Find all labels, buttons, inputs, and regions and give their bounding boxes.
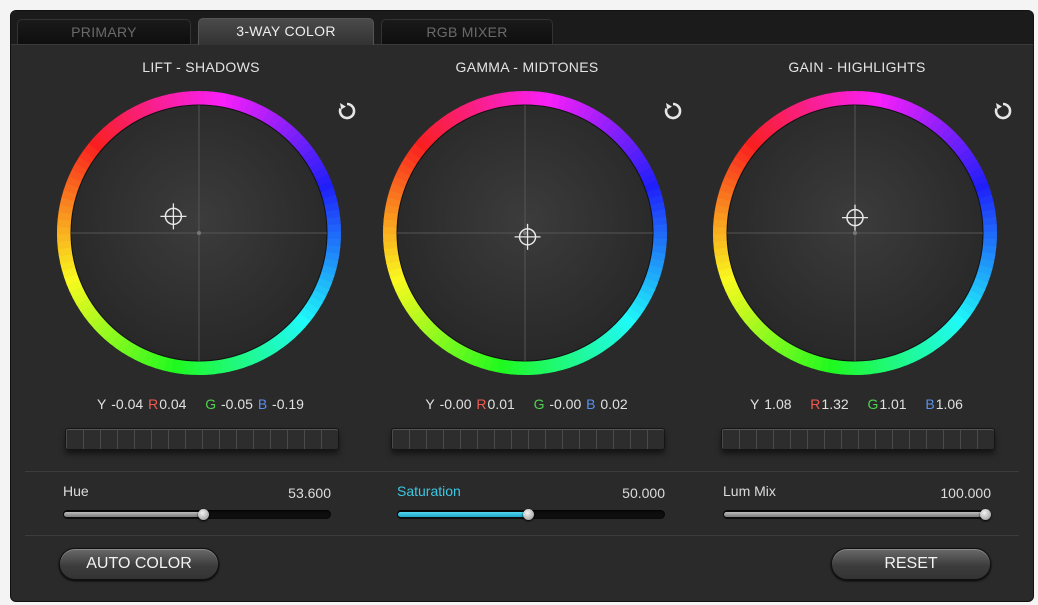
r-value: 0.01	[487, 396, 515, 412]
b-value: 0.02	[600, 396, 628, 412]
r-value: 1.32	[821, 396, 849, 412]
lift-master-jog-wheel[interactable]	[65, 428, 339, 450]
lift-wheel-title: LIFT - SHADOWS	[142, 59, 260, 75]
rotate-ccw-icon[interactable]	[993, 101, 1013, 121]
gain-master-jog-wheel[interactable]	[721, 428, 995, 450]
hue-slider-fill	[64, 512, 206, 517]
g-value: 1.01	[879, 396, 907, 412]
b-value: -0.19	[272, 396, 304, 412]
lift-values: Y -0.04 R0.04 G -0.05 B -0.19	[41, 396, 361, 412]
lum-mix-slider-group: Lum Mix 100.000	[723, 483, 991, 523]
lum-mix-slider-thumb[interactable]	[980, 509, 991, 520]
saturation-slider[interactable]	[397, 509, 665, 520]
gamma-values: Y -0.00 R0.01 G -0.00 B 0.02	[367, 396, 687, 412]
gain-color-wheel[interactable]	[705, 83, 1005, 383]
gain-wheel-title: GAIN - HIGHLIGHTS	[788, 59, 926, 75]
lift-wheel-section: LIFT - SHADOWS Y -0.04 R0.04 G -0.05 B -…	[41, 51, 361, 450]
lum-mix-slider-fill	[724, 512, 990, 517]
saturation-label: Saturation	[397, 483, 461, 499]
b-label: B	[257, 396, 268, 412]
saturation-value: 50.000	[622, 485, 665, 501]
tab-bar: PRIMARY 3-WAY COLOR RGB MIXER	[11, 11, 1033, 45]
y-label: Y	[750, 396, 760, 412]
g-value: -0.00	[549, 396, 582, 412]
hue-slider-group: Hue 53.600	[63, 483, 331, 523]
rotate-ccw-icon[interactable]	[337, 101, 357, 121]
r-label: R	[148, 396, 159, 412]
wheel-center-dot	[853, 231, 857, 235]
saturation-slider-fill	[398, 512, 530, 517]
r-value: 0.04	[159, 396, 187, 412]
gamma-wheel-section: GAMMA - MIDTONES Y -0.00 R0.01 G -0.00 B…	[367, 51, 687, 450]
lum-mix-value: 100.000	[940, 485, 991, 501]
tab-3-way-color[interactable]: 3-WAY COLOR	[198, 18, 374, 45]
hue-slider-thumb[interactable]	[198, 509, 210, 520]
lum-mix-label: Lum Mix	[723, 483, 776, 499]
y-value: -0.00	[439, 396, 472, 412]
r-label: R	[476, 396, 487, 412]
hue-value: 53.600	[288, 485, 331, 501]
gamma-master-jog-wheel[interactable]	[391, 428, 665, 450]
g-label: G	[867, 396, 879, 412]
rotate-ccw-icon[interactable]	[663, 101, 683, 121]
b-label: B	[925, 396, 935, 412]
gain-values: Y 1.08 R1.32 G1.01 B1.06	[697, 396, 1017, 412]
r-label: R	[810, 396, 821, 412]
lift-color-wheel[interactable]	[49, 83, 349, 383]
tab-primary[interactable]: PRIMARY	[17, 19, 191, 44]
gamma-wheel-title: GAMMA - MIDTONES	[455, 59, 599, 75]
hue-label: Hue	[63, 483, 89, 499]
y-label: Y	[425, 396, 435, 412]
g-label: G	[533, 396, 545, 412]
gain-wheel-section: GAIN - HIGHLIGHTS Y 1.08 R1.32 G1.01 B1.…	[697, 51, 1017, 450]
y-label: Y	[97, 396, 107, 412]
saturation-slider-thumb[interactable]	[523, 509, 534, 520]
reset-button[interactable]: RESET	[831, 548, 991, 580]
gamma-color-wheel[interactable]	[375, 83, 675, 383]
saturation-slider-group: Saturation 50.000	[397, 483, 665, 523]
b-value: 1.06	[935, 396, 963, 412]
g-label: G	[205, 396, 217, 412]
tab-rgb-mixer[interactable]: RGB MIXER	[381, 19, 553, 44]
hue-slider[interactable]	[63, 509, 331, 520]
g-value: -0.05	[221, 396, 253, 412]
wheel-center-dot	[523, 231, 527, 235]
divider	[25, 471, 1019, 472]
y-value: -0.04	[111, 396, 144, 412]
lum-mix-slider[interactable]	[723, 509, 991, 520]
color-correction-panel: PRIMARY 3-WAY COLOR RGB MIXER LIFT - SHA…	[10, 10, 1034, 602]
auto-color-button[interactable]: AUTO COLOR	[59, 548, 219, 580]
divider	[25, 535, 1019, 536]
y-value: 1.08	[764, 396, 792, 412]
wheel-center-dot	[197, 231, 201, 235]
b-label: B	[586, 396, 596, 412]
